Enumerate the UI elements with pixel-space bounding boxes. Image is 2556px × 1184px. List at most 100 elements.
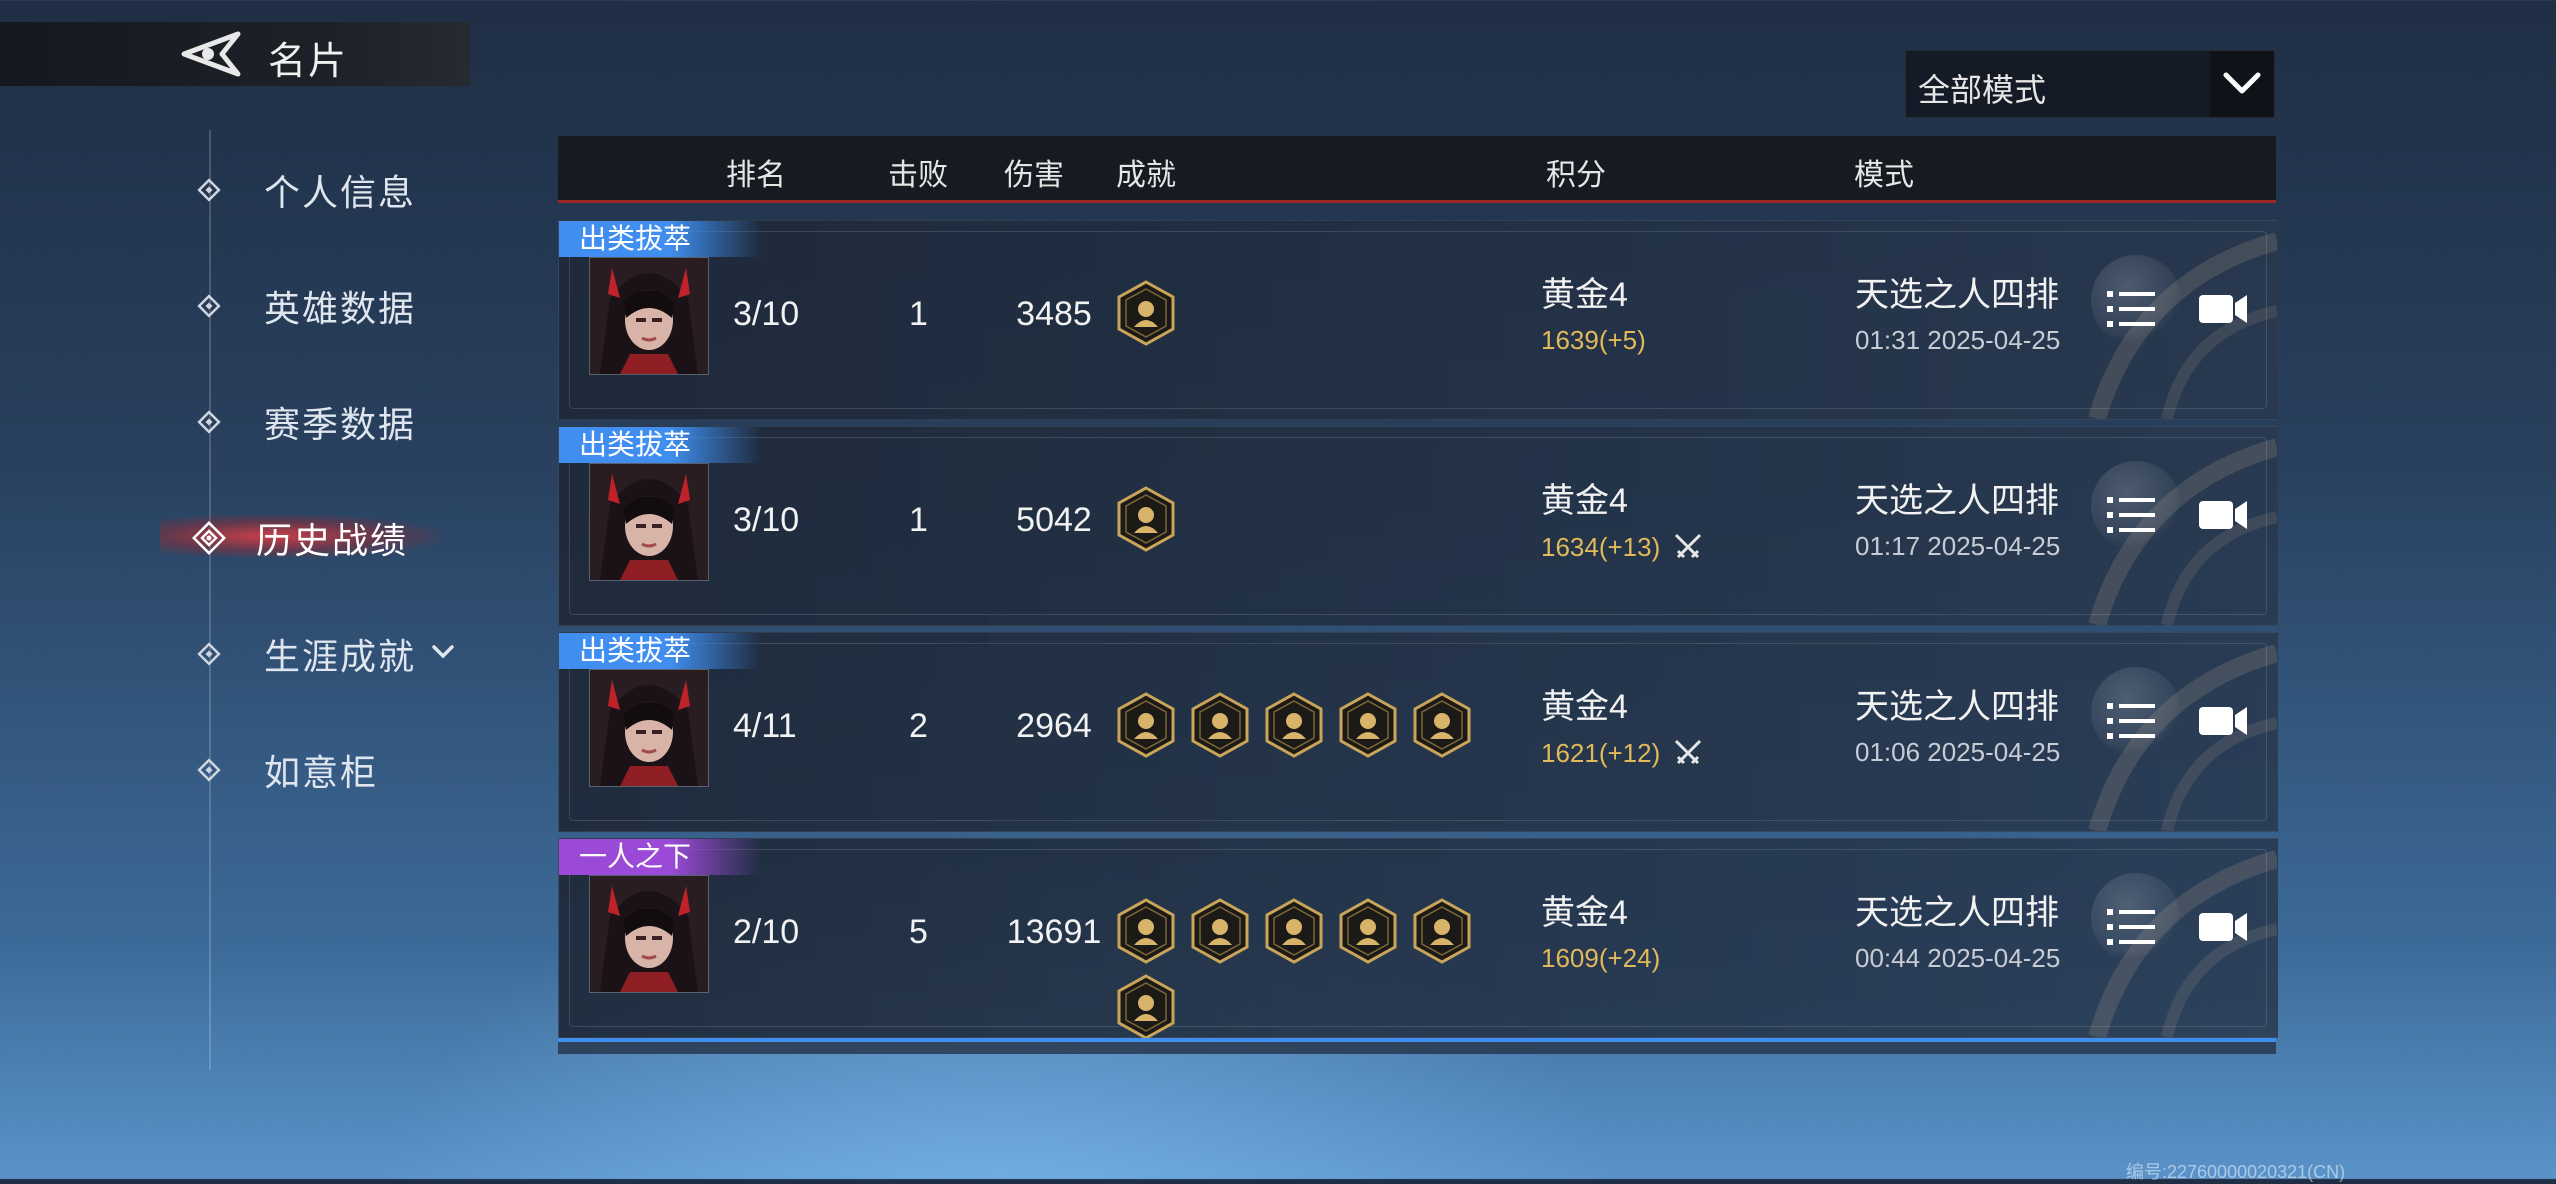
- back-arrow-icon: [181, 31, 241, 77]
- points-text: 1609(+24): [1541, 943, 1661, 973]
- hero-avatar: [589, 257, 709, 375]
- column-header-mode: 模式: [1854, 159, 1914, 192]
- replay-video-button[interactable]: [2199, 497, 2249, 533]
- crossed-swords-icon: [1672, 737, 1704, 769]
- rank-value: 3/10: [733, 501, 800, 539]
- damage-value: 5042: [1016, 501, 1092, 539]
- sidebar-item-label: 历史战绩: [256, 520, 409, 561]
- rank-value: 3/10: [733, 295, 800, 333]
- achievement-medal-icon[interactable]: [1115, 691, 1177, 759]
- column-header-rank: 排名: [726, 159, 786, 192]
- achievement-medal-icon[interactable]: [1115, 485, 1177, 553]
- replay-video-button[interactable]: [2199, 291, 2249, 327]
- match-details-button[interactable]: [2107, 495, 2155, 535]
- page-title: 名片: [268, 41, 349, 83]
- mode-filter-value: 全部模式: [1918, 72, 2047, 108]
- achievement-medal-icon[interactable]: [1263, 897, 1325, 965]
- performance-tag: 出类拔萃: [559, 427, 762, 463]
- achievement-medal-icon[interactable]: [1411, 691, 1473, 759]
- table-row[interactable]: 出类拔萃 3/10 1 5042 黄金4 1634(+13) 天选之人四排 01…: [558, 426, 2278, 626]
- hero-avatar: [589, 875, 709, 993]
- achievement-medal-icon[interactable]: [1411, 897, 1473, 965]
- points-text: 1621(+12): [1541, 737, 1661, 768]
- sidebar-item-personal-info[interactable]: 个人信息: [190, 160, 416, 220]
- achievement-medals: [1115, 691, 1515, 767]
- chevron-down-icon[interactable]: [430, 642, 456, 667]
- table-header: 排名 击败 伤害 成就 积分 模式: [558, 136, 2276, 203]
- replay-video-button[interactable]: [2199, 703, 2249, 739]
- tier-value: 黄金4: [1541, 894, 1628, 932]
- match-details-button[interactable]: [2107, 907, 2155, 947]
- achievement-medal-icon[interactable]: [1115, 973, 1177, 1041]
- hero-avatar: [589, 463, 709, 581]
- match-details-button[interactable]: [2107, 701, 2155, 741]
- sidebar-item-career-achievements[interactable]: 生涯成就: [190, 624, 456, 684]
- performance-tag: 出类拔萃: [559, 633, 762, 669]
- match-time: 00:44 2025-04-25: [1855, 943, 2061, 973]
- video-camera-icon: [2199, 295, 2249, 331]
- tier-value: 黄金4: [1541, 276, 1628, 314]
- damage-value: 3485: [1016, 295, 1092, 333]
- achievement-medal-icon[interactable]: [1337, 691, 1399, 759]
- kills-value: 2: [909, 707, 928, 745]
- next-row-peek: [558, 1038, 2276, 1054]
- sidebar-item-match-history[interactable]: 历史战绩: [190, 508, 408, 568]
- mode-name: 天选之人四排: [1855, 276, 2059, 314]
- table-row[interactable]: 一人之下 2/10 5 13691 黄金4 1609(+24) 天选之人四排 0…: [558, 838, 2278, 1040]
- hero-avatar: [589, 669, 709, 787]
- table-row[interactable]: 出类拔萃 3/10 1 3485 黄金4 1639(+5) 天选之人四排 01:…: [558, 220, 2278, 420]
- mode-name: 天选之人四排: [1855, 482, 2059, 520]
- video-camera-icon: [2199, 913, 2249, 949]
- achievement-medals: [1115, 897, 1515, 1049]
- diamond-icon: [190, 751, 228, 789]
- sidebar-item-label: 个人信息: [264, 172, 417, 213]
- match-time: 01:06 2025-04-25: [1855, 737, 2061, 767]
- active-diamond-icon: [190, 519, 228, 557]
- points-value: 1621(+12): [1541, 737, 1704, 769]
- match-details-button[interactable]: [2107, 289, 2155, 329]
- achievement-medal-icon[interactable]: [1337, 897, 1399, 965]
- damage-value: 2964: [1016, 707, 1092, 745]
- sidebar-item-label: 如意柜: [264, 752, 379, 793]
- back-button[interactable]: [178, 28, 242, 80]
- replay-video-button[interactable]: [2199, 909, 2249, 945]
- mode-filter-dropdown[interactable]: 全部模式: [1905, 50, 2275, 118]
- rank-value: 4/11: [733, 707, 797, 745]
- crossed-swords-icon: [1672, 531, 1704, 563]
- diamond-icon: [190, 635, 228, 673]
- achievement-medal-icon[interactable]: [1189, 897, 1251, 965]
- sidebar-item-hero-data[interactable]: 英雄数据: [190, 276, 416, 336]
- table-row[interactable]: 出类拔萃 4/11 2 2964 黄金4 1621(+12) 天选之人四排 01…: [558, 632, 2278, 832]
- rank-value: 2/10: [733, 913, 800, 951]
- points-text: 1634(+13): [1541, 531, 1661, 562]
- list-icon: [2107, 497, 2155, 539]
- sidebar-item-wardrobe[interactable]: 如意柜: [190, 740, 378, 800]
- achievement-medal-icon[interactable]: [1189, 691, 1251, 759]
- diamond-icon: [190, 403, 228, 441]
- achievement-medals: [1115, 485, 1515, 561]
- sidebar-item-label: 赛季数据: [264, 404, 417, 445]
- column-header-damage: 伤害: [1004, 159, 1064, 192]
- list-icon: [2107, 291, 2155, 333]
- mode-name: 天选之人四排: [1855, 894, 2059, 932]
- achievement-medal-icon[interactable]: [1115, 897, 1177, 965]
- mode-name: 天选之人四排: [1855, 688, 2059, 726]
- watermark: 编号:22760000020321(CN): [2126, 1162, 2346, 1182]
- diamond-icon: [190, 171, 228, 209]
- points-text: 1639(+5): [1541, 325, 1646, 355]
- tier-value: 黄金4: [1541, 482, 1628, 520]
- sidebar-item-season-data[interactable]: 赛季数据: [190, 392, 416, 452]
- kills-value: 1: [909, 295, 928, 333]
- achievement-medal-icon[interactable]: [1263, 691, 1325, 759]
- list-icon: [2107, 703, 2155, 745]
- match-time: 01:17 2025-04-25: [1855, 531, 2061, 561]
- achievement-medal-icon[interactable]: [1115, 279, 1177, 347]
- points-value: 1639(+5): [1541, 325, 1646, 356]
- chevron-down-icon[interactable]: [2210, 51, 2274, 117]
- column-header-score: 积分: [1546, 159, 1606, 192]
- column-header-kills: 击败: [888, 159, 948, 192]
- video-camera-icon: [2199, 501, 2249, 537]
- performance-tag: 出类拔萃: [559, 221, 762, 257]
- sidebar-line: [209, 130, 211, 1070]
- sidebar-item-label: 英雄数据: [264, 288, 417, 329]
